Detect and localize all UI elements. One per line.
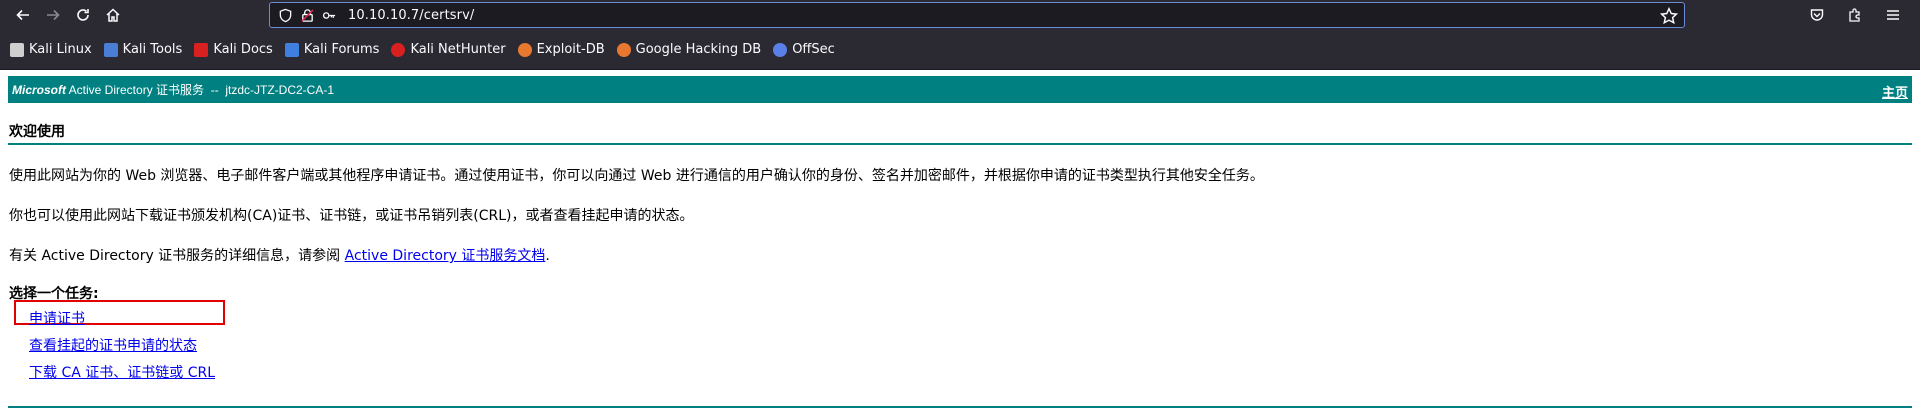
- bookmark-label: Kali NetHunter: [410, 42, 506, 57]
- divider: [8, 406, 1912, 408]
- docs-suffix: .: [545, 248, 550, 264]
- shield-icon[interactable]: [274, 3, 296, 27]
- bookmark-label: Google Hacking DB: [635, 42, 762, 57]
- url-bar[interactable]: 10.10.10.7/certsrv/: [269, 2, 1685, 28]
- intro-paragraph: 使用此网站为你的 Web 浏览器、电子邮件客户端或其他程序申请证书。通过使用证书…: [9, 168, 1264, 184]
- bookmark-google-hacking-db[interactable]: Google Hacking DB: [616, 38, 762, 62]
- pocket-icon[interactable]: [1798, 0, 1836, 30]
- key-icon[interactable]: [318, 3, 340, 27]
- header-banner: Microsoft Active Directory 证书服务 -- jtzdc…: [8, 76, 1912, 103]
- divider: [8, 143, 1912, 145]
- insecure-lock-icon[interactable]: [296, 3, 318, 27]
- kali-tools-icon: [103, 42, 118, 57]
- bookmarks-toolbar: Kali Linux Kali Tools Kali Docs Kali For…: [0, 30, 1920, 70]
- page-content: Microsoft Active Directory 证书服务 -- jtzdc…: [0, 70, 1920, 416]
- bookmark-kali-tools[interactable]: Kali Tools: [103, 38, 183, 62]
- bookmark-star-icon[interactable]: [1659, 6, 1679, 25]
- bookmark-label: Kali Linux: [29, 42, 92, 57]
- back-arrow-icon[interactable]: [8, 0, 38, 30]
- bookmark-kali-nethunter[interactable]: Kali NetHunter: [391, 38, 506, 62]
- bookmark-kali-forums[interactable]: Kali Forums: [284, 38, 380, 62]
- page-title: 欢迎使用: [9, 124, 65, 140]
- download-paragraph: 你也可以使用此网站下载证书颁发机构(CA)证书、证书链，或证书吊销列表(CRL)…: [9, 208, 694, 224]
- bookmark-offsec[interactable]: OffSec: [773, 38, 835, 62]
- reload-icon[interactable]: [68, 0, 98, 30]
- banner-brand: Microsoft: [12, 83, 66, 97]
- extensions-icon[interactable]: [1836, 0, 1874, 30]
- menu-icon[interactable]: [1874, 0, 1912, 30]
- bookmark-kali-docs[interactable]: Kali Docs: [194, 38, 273, 62]
- banner-text: Active Directory 证书服务 -- jtzdc-JTZ-DC2-C…: [66, 83, 335, 97]
- home-link[interactable]: 主页: [1882, 82, 1908, 101]
- download-ca-cert-link[interactable]: 下载 CA 证书、证书链或 CRL: [29, 362, 215, 382]
- docs-link[interactable]: Active Directory 证书服务文档: [345, 248, 546, 264]
- home-icon[interactable]: [98, 0, 128, 30]
- bookmark-kali-linux[interactable]: Kali Linux: [10, 38, 92, 62]
- exploit-db-icon: [517, 42, 532, 57]
- view-pending-request-link[interactable]: 查看挂起的证书申请的状态: [29, 335, 197, 355]
- url-text[interactable]: 10.10.10.7/certsrv/: [348, 8, 474, 23]
- docs-paragraph: 有关 Active Directory 证书服务的详细信息，请参阅 Active…: [9, 245, 550, 265]
- kali-forums-icon: [284, 42, 299, 57]
- ghdb-icon: [616, 42, 631, 57]
- request-certificate-link[interactable]: 申请证书: [29, 308, 85, 328]
- bookmark-label: Kali Forums: [303, 42, 380, 57]
- kali-dragon-icon: [10, 42, 24, 57]
- browser-toolbar: 10.10.10.7/certsrv/: [0, 0, 1920, 30]
- forward-arrow-icon[interactable]: [38, 0, 68, 30]
- docs-prefix: 有关 Active Directory 证书服务的详细信息，请参阅: [9, 248, 345, 264]
- bookmark-label: OffSec: [792, 42, 835, 57]
- bookmark-label: Exploit-DB: [536, 42, 605, 57]
- nethunter-icon: [391, 42, 406, 57]
- banner-title: Microsoft Active Directory 证书服务 -- jtzdc…: [12, 81, 334, 98]
- bookmark-label: Kali Tools: [122, 42, 183, 57]
- bookmark-exploit-db[interactable]: Exploit-DB: [517, 38, 605, 62]
- bookmark-label: Kali Docs: [213, 42, 273, 57]
- kali-docs-icon: [194, 42, 209, 57]
- offsec-icon: [773, 42, 788, 57]
